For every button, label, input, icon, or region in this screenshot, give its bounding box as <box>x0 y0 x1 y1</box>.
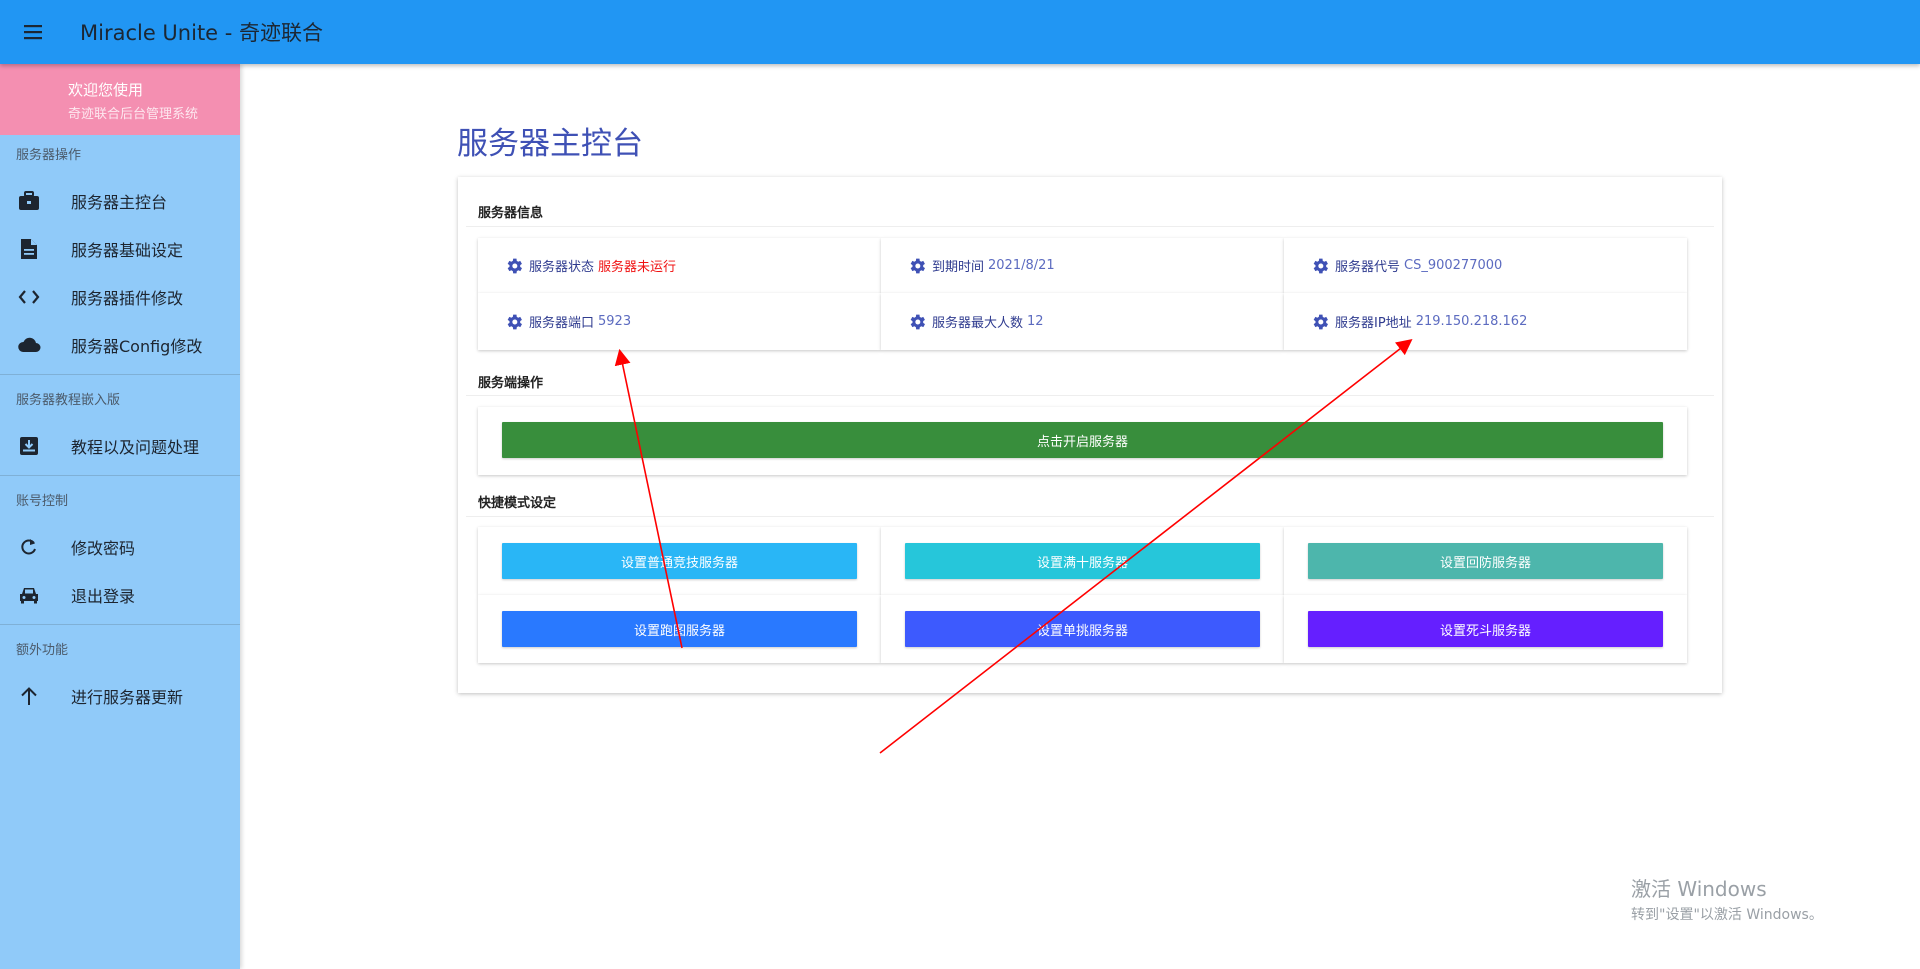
code-icon <box>15 285 43 309</box>
section-divider <box>466 226 1714 227</box>
info-label: 服务器状态 <box>529 260 595 275</box>
app-bar: Miracle Unite - 奇迹联合 <box>0 0 1920 64</box>
welcome-title: 欢迎您使用 <box>68 81 144 99</box>
info-value-status: 服务器未运行 <box>598 260 677 275</box>
car-icon <box>15 583 43 607</box>
console-panel: 服务器信息 服务器状态 服务器未运行 到期时间 2021/8/21 服务器代号 … <box>458 177 1722 693</box>
download-box-icon <box>15 434 43 458</box>
sidebar-item-label: 修改密码 <box>71 539 136 558</box>
mode-card: 设置回防服务器 <box>1284 527 1687 595</box>
info-card-ip: 服务器IP地址 219.150.218.162 <box>1284 293 1687 350</box>
sidebar: 欢迎您使用 奇迹联合后台管理系统 服务器操作 服务器主控台 服务器基础设定 服务… <box>0 64 240 969</box>
mode-card: 设置死斗服务器 <box>1284 595 1687 663</box>
mode-1v1-button[interactable]: 设置单挑服务器 <box>905 611 1260 647</box>
mode-retake-button[interactable]: 设置回防服务器 <box>1308 543 1663 579</box>
nav-header-extra: 额外功能 <box>16 643 69 658</box>
gear-icon <box>504 312 524 332</box>
menu-icon[interactable] <box>18 17 48 47</box>
info-value-code: CS_900277000 <box>1404 258 1503 273</box>
ops-card: 点击开启服务器 <box>478 407 1687 475</box>
welcome-banner: 欢迎您使用 奇迹联合后台管理系统 <box>0 64 240 135</box>
info-label: 服务器IP地址 <box>1335 316 1412 331</box>
briefcase-icon <box>15 189 43 213</box>
nav-header-server-ops: 服务器操作 <box>16 148 82 163</box>
sidebar-divider <box>0 475 240 476</box>
mode-card: 设置普通竞技服务器 <box>478 527 881 595</box>
cloud-icon <box>15 333 43 357</box>
sidebar-divider <box>0 624 240 625</box>
welcome-subtitle: 奇迹联合后台管理系统 <box>68 107 199 122</box>
sidebar-item-tutorial[interactable]: 教程以及问题处理 <box>0 422 240 470</box>
info-value-expiry: 2021/8/21 <box>988 258 1055 273</box>
info-card-expiry: 到期时间 2021/8/21 <box>881 238 1284 293</box>
info-value-ip: 219.150.218.162 <box>1415 314 1528 329</box>
nav-header-account: 账号控制 <box>16 494 69 509</box>
sidebar-item-label: 服务器Config修改 <box>71 337 203 356</box>
sidebar-item-plugins[interactable]: 服务器插件修改 <box>0 273 240 321</box>
section-divider <box>466 516 1714 517</box>
info-label: 服务器代号 <box>1335 260 1401 275</box>
document-icon <box>15 237 43 261</box>
start-server-button[interactable]: 点击开启服务器 <box>502 422 1663 458</box>
sidebar-divider <box>0 374 240 375</box>
gear-icon <box>907 312 927 332</box>
page-title: 服务器主控台 <box>457 126 643 162</box>
sidebar-item-label: 服务器插件修改 <box>71 289 184 308</box>
sidebar-item-logout[interactable]: 退出登录 <box>0 571 240 619</box>
sidebar-item-change-password[interactable]: 修改密码 <box>0 523 240 571</box>
gear-icon <box>504 256 524 276</box>
section-title-modes: 快捷模式设定 <box>478 496 557 511</box>
sidebar-item-basic-settings[interactable]: 服务器基础设定 <box>0 225 240 273</box>
refresh-icon <box>15 535 43 559</box>
info-label: 到期时间 <box>932 260 985 275</box>
info-card-max-players: 服务器最大人数 12 <box>881 293 1284 350</box>
info-value-port: 5923 <box>598 314 632 329</box>
info-value-max-players: 12 <box>1027 314 1044 329</box>
mode-card: 设置单挑服务器 <box>881 595 1284 663</box>
section-title-ops: 服务端操作 <box>478 376 544 391</box>
watermark-line1: 激活 Windows <box>1631 877 1767 901</box>
mode-surf-button[interactable]: 设置跑图服务器 <box>502 611 857 647</box>
mode-competitive-button[interactable]: 设置普通竞技服务器 <box>502 543 857 579</box>
gear-icon <box>1310 312 1330 332</box>
info-label: 服务器最大人数 <box>932 316 1024 331</box>
gear-icon <box>1310 256 1330 276</box>
sidebar-item-label: 退出登录 <box>71 587 136 606</box>
sidebar-item-label: 教程以及问题处理 <box>71 438 200 457</box>
info-card-code: 服务器代号 CS_900277000 <box>1284 238 1687 293</box>
app-title: Miracle Unite - 奇迹联合 <box>80 21 324 45</box>
watermark-line2: 转到"设置"以激活 Windows。 <box>1631 907 1823 923</box>
sidebar-item-config[interactable]: 服务器Config修改 <box>0 321 240 369</box>
windows-activation-watermark: 激活 Windows 转到"设置"以激活 Windows。 <box>1631 873 1823 924</box>
info-card-port: 服务器端口 5923 <box>478 293 881 350</box>
section-title-info: 服务器信息 <box>478 206 544 221</box>
nav-header-tutorial: 服务器教程嵌入版 <box>16 393 121 408</box>
arrow-up-icon <box>15 684 43 708</box>
info-label: 服务器端口 <box>529 316 595 331</box>
section-divider <box>466 395 1714 396</box>
mode-full-ten-button[interactable]: 设置满十服务器 <box>905 543 1260 579</box>
sidebar-item-label: 服务器主控台 <box>71 193 168 212</box>
mode-card: 设置满十服务器 <box>881 527 1284 595</box>
gear-icon <box>907 256 927 276</box>
info-card-status: 服务器状态 服务器未运行 <box>478 238 881 293</box>
sidebar-item-label: 进行服务器更新 <box>71 688 184 707</box>
mode-card: 设置跑图服务器 <box>478 595 881 663</box>
mode-deathmatch-button[interactable]: 设置死斗服务器 <box>1308 611 1663 647</box>
sidebar-item-label: 服务器基础设定 <box>71 241 184 260</box>
sidebar-item-console[interactable]: 服务器主控台 <box>0 177 240 225</box>
sidebar-item-update[interactable]: 进行服务器更新 <box>0 672 240 720</box>
